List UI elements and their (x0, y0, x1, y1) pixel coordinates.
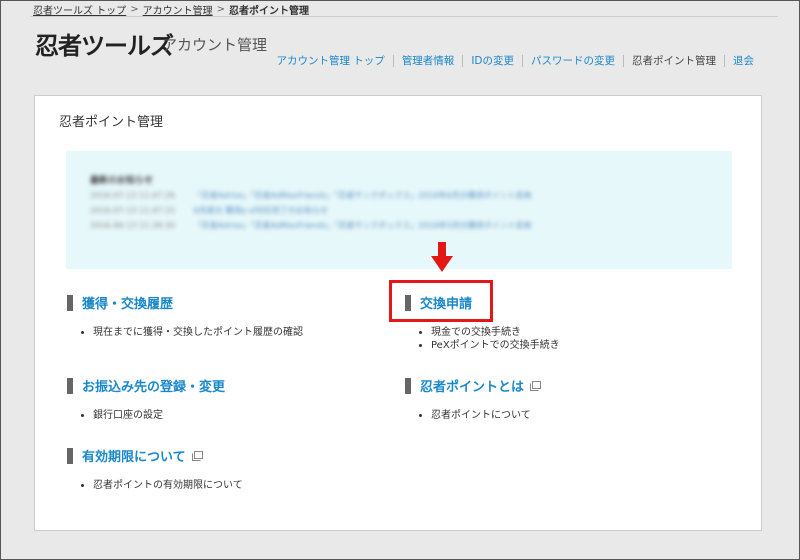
list-item: 現在までに獲得・交換したポイント履歴の確認 (81, 326, 303, 339)
notice-box: 最新のお知らせ 2016-07-13 11:47:26 「忍者Adrise」「忍… (66, 151, 732, 269)
nav-item-change-id[interactable]: IDの変更 (462, 55, 522, 67)
bank-link[interactable]: お振込み先の登録・変更 (67, 376, 225, 395)
notice-text[interactable]: 6月度分 獲得p-sf対応完了のお知らせ (194, 206, 328, 215)
nav-item-change-password[interactable]: パスワードの変更 (522, 55, 623, 67)
breadcrumb-current: 忍者ポイント管理 (228, 6, 309, 17)
notice-item[interactable]: 2016-06-13 11:28:30 「忍者Adrise」「忍者AdMaxFr… (90, 220, 732, 231)
section-expiry: 有効期限について 忍者ポイントの有効期限について (67, 446, 243, 492)
section-about: 忍者ポイントとは 忍者ポイントについて (405, 376, 542, 422)
breadcrumb-link-account[interactable]: アカウント管理 (143, 2, 213, 17)
history-link[interactable]: 獲得・交換履歴 (67, 293, 303, 312)
breadcrumb-link-tools-top[interactable]: 忍者ツールズ トップ (33, 2, 126, 17)
notice-heading: 最新のお知らせ (90, 176, 153, 186)
about-link[interactable]: 忍者ポイントとは (405, 376, 542, 395)
notice-date: 2016-07-13 11:47:15 (90, 206, 175, 215)
about-title[interactable]: 忍者ポイントとは (420, 376, 524, 395)
nav-item-account-top[interactable]: アカウント管理 トップ (268, 55, 392, 67)
account-nav: アカウント管理 トップ 管理者情報 IDの変更 パスワードの変更 忍者ポイント管… (268, 55, 762, 67)
list-item: 銀行口座の設定 (81, 409, 225, 422)
nav-item-points: 忍者ポイント管理 (623, 55, 724, 67)
bank-title[interactable]: お振込み先の登録・変更 (82, 376, 225, 395)
notice-text[interactable]: 「忍者Adrise」「忍者AdMaxFriends」「忍者サンクボックス」201… (194, 191, 532, 200)
page-title: 忍者ポイント管理 (59, 115, 164, 130)
history-list: 現在までに獲得・交換したポイント履歴の確認 (81, 326, 303, 339)
list-item: 忍者ポイントについて (419, 409, 540, 422)
breadcrumb-separator: > (216, 4, 225, 15)
expiry-title[interactable]: 有効期限について (82, 446, 186, 465)
list-item: PeXポイントでの交換手続き (419, 339, 560, 352)
breadcrumb-separator: > (130, 4, 139, 15)
header-divider (30, 16, 778, 17)
external-window-icon (191, 451, 203, 461)
list-item: 現金での交換手続き (419, 326, 560, 339)
external-window-icon (530, 381, 542, 391)
bank-list: 銀行口座の設定 (81, 409, 225, 422)
exchange-list: 現金での交換手続き PeXポイントでの交換手続き (419, 326, 560, 352)
history-title[interactable]: 獲得・交換履歴 (82, 293, 173, 312)
notice-item[interactable]: 2016-07-13 11:47:26 「忍者Adrise」「忍者AdMaxFr… (90, 190, 732, 201)
section-marker (67, 447, 73, 464)
section-marker (405, 377, 411, 394)
section-marker (67, 294, 73, 311)
exchange-link[interactable]: 交換申請 (405, 293, 560, 312)
expiry-list: 忍者ポイントの有効期限について (81, 479, 243, 492)
section-bank: お振込み先の登録・変更 銀行口座の設定 (67, 376, 225, 422)
section-marker (405, 294, 411, 311)
nav-item-admin-info[interactable]: 管理者情報 (392, 55, 463, 67)
notice-date: 2016-07-13 11:47:26 (90, 191, 175, 200)
section-exchange: 交換申請 現金での交換手続き PeXポイントでの交換手続き (405, 293, 560, 352)
expiry-link[interactable]: 有効期限について (67, 446, 243, 465)
about-list: 忍者ポイントについて (419, 409, 540, 422)
notice-item[interactable]: 2016-07-13 11:47:15 6月度分 獲得p-sf対応完了のお知らせ (90, 205, 732, 216)
section-marker (67, 377, 73, 394)
nav-item-withdraw[interactable]: 退会 (724, 55, 762, 67)
breadcrumb: 忍者ツールズ トップ > アカウント管理 > 忍者ポイント管理 (33, 2, 309, 17)
list-item: 忍者ポイントの有効期限について (81, 479, 243, 492)
down-arrow-icon (431, 242, 453, 272)
page-subtitle: アカウント管理 (162, 36, 268, 54)
notice-text[interactable]: 「忍者Adrise」「忍者AdMaxFriends」「忍者サンクボックス」201… (194, 221, 532, 230)
main-panel: 忍者ポイント管理 最新のお知らせ 2016-07-13 11:47:26 「忍者… (34, 95, 762, 531)
section-history: 獲得・交換履歴 現在までに獲得・交換したポイント履歴の確認 (67, 293, 303, 339)
site-logo[interactable]: 忍者ツールズ (35, 26, 174, 61)
exchange-title[interactable]: 交換申請 (420, 293, 472, 312)
notice-date: 2016-06-13 11:28:30 (90, 221, 175, 230)
